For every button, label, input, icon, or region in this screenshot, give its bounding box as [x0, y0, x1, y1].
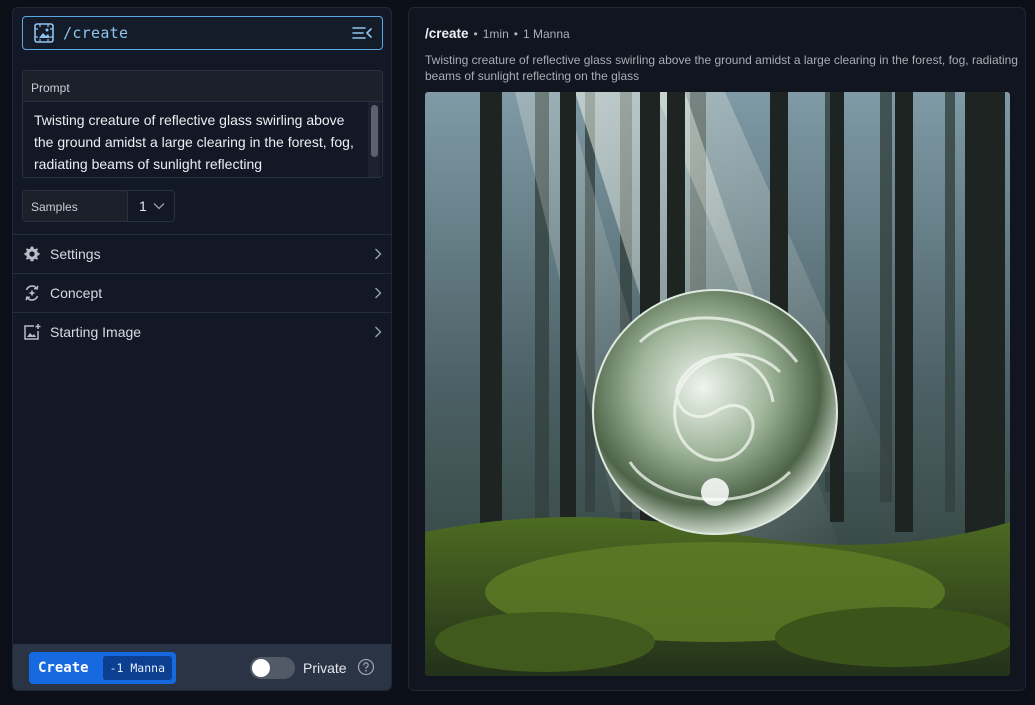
chevron-down-icon [153, 202, 165, 210]
toggle-knob [252, 659, 270, 677]
result-cost: 1 Manna [522, 27, 570, 41]
section-label: Starting Image [50, 324, 142, 340]
generated-image[interactable] [425, 92, 1010, 676]
create-button[interactable]: Create -1 Manna [29, 652, 176, 684]
result-description: Twisting creature of reflective glass sw… [425, 53, 1018, 83]
command-text: /create [63, 24, 129, 42]
cost-badge: -1 Manna [102, 656, 172, 680]
create-panel: /create Prompt Twisting creature of refl… [12, 7, 392, 691]
concept-icon [23, 284, 41, 302]
section-label: Settings [50, 246, 101, 262]
prompt-textarea[interactable]: Twisting creature of reflective glass sw… [23, 102, 382, 177]
section-starting-image[interactable]: Starting Image [13, 312, 391, 351]
private-toggle[interactable] [250, 657, 295, 679]
section-concept[interactable]: Concept [13, 273, 391, 312]
result-meta: /create • 1min • 1 Manna [425, 26, 570, 41]
prompt-text: Twisting creature of reflective glass sw… [34, 112, 354, 172]
prompt-field[interactable]: Prompt Twisting creature of reflective g… [22, 70, 383, 178]
command-bar[interactable]: /create [22, 16, 383, 50]
action-footer: Create -1 Manna Private [13, 644, 391, 690]
samples-value: 1 [139, 198, 147, 214]
add-image-icon [23, 323, 41, 341]
create-button-label: Create [38, 660, 89, 676]
scrollbar-thumb[interactable] [371, 105, 378, 157]
section-settings[interactable]: Settings [13, 234, 391, 273]
prompt-label: Prompt [23, 71, 382, 102]
help-icon[interactable] [357, 658, 375, 676]
result-command: /create [425, 26, 469, 41]
image-frame-icon [33, 22, 55, 44]
collapse-menu-icon[interactable] [352, 25, 372, 41]
chevron-right-icon [374, 287, 382, 299]
chevron-right-icon [374, 326, 382, 338]
samples-label: Samples [23, 191, 128, 221]
samples-select[interactable]: 1 [128, 191, 174, 221]
chevron-right-icon [374, 248, 382, 260]
result-age: 1min [482, 27, 509, 41]
section-label: Concept [50, 285, 103, 301]
result-panel: /create • 1min • 1 Manna Twisting creatu… [408, 7, 1026, 691]
samples-field: Samples 1 [22, 190, 175, 222]
private-label: Private [303, 660, 347, 676]
prompt-scrollbar[interactable] [368, 102, 380, 177]
gear-icon [23, 245, 41, 263]
